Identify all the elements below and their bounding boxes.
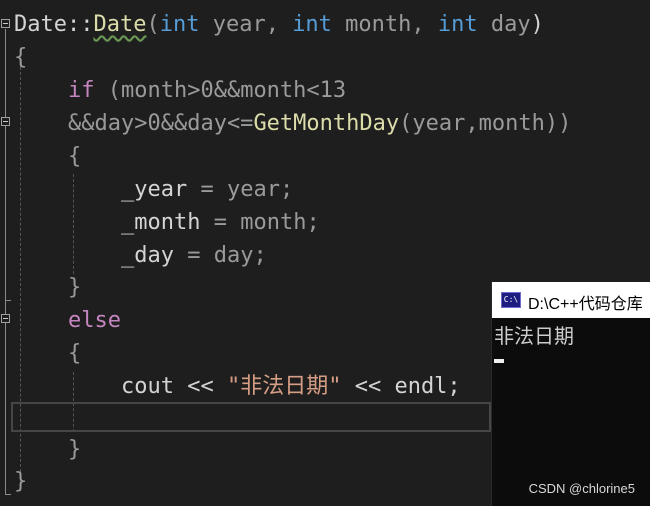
code-line-3[interactable]: if (month>0&&month<13 (68, 74, 346, 107)
member-var: _month (121, 210, 201, 235)
code-line-9[interactable]: } (68, 271, 81, 304)
function-call: GetMonthDay (253, 111, 400, 136)
condition: (month>0&&month<13 (94, 78, 347, 103)
close-brace: } (68, 275, 82, 300)
keyword-int: int (292, 12, 332, 37)
fold-collapse-icon[interactable] (1, 19, 10, 28)
condition: &&day>0&&day<= (68, 111, 254, 136)
call-args: (year,month)) (399, 111, 572, 136)
console-title-bar[interactable]: C:\ D:\C++代码仓库 (492, 282, 650, 318)
param-day: day (477, 12, 531, 37)
assign: = (200, 210, 241, 235)
console-title: D:\C++代码仓库 (528, 296, 643, 313)
code-line-1[interactable]: Date::Date(int year, int month, int day) (14, 8, 544, 41)
code-line-2[interactable]: { (14, 41, 27, 74)
code-line-5[interactable]: { (68, 140, 81, 173)
fold-collapse-icon[interactable] (1, 314, 10, 323)
current-line-highlight (11, 402, 491, 432)
assign: = (187, 177, 227, 202)
open-brace: { (68, 341, 82, 366)
assign: = (173, 243, 214, 268)
keyword-int: int (159, 12, 200, 37)
code-line-14[interactable]: } (68, 433, 81, 466)
fold-end-marker (5, 300, 11, 301)
paren-close: ) (530, 12, 544, 37)
code-line-7[interactable]: _month = month; (121, 206, 320, 239)
rhs-value: day; (213, 243, 267, 268)
code-line-6[interactable]: _year = year; (121, 173, 293, 206)
code-line-8[interactable]: _day = day; (121, 239, 267, 272)
param-year: year, (199, 12, 293, 37)
rhs-value: year; (226, 177, 294, 202)
code-line-11[interactable]: { (68, 337, 81, 370)
console-output: 非法日期 (494, 324, 574, 348)
member-var: _year (121, 177, 188, 202)
text-cursor (494, 359, 504, 363)
terminal-icon: C:\ (501, 292, 521, 308)
rhs-value: month; (240, 210, 320, 235)
fold-line (5, 29, 6, 495)
code-line-4[interactable]: &&day>0&&day<=GetMonthDay(year,month)) (68, 107, 571, 140)
class-name: Date (14, 12, 67, 37)
function-name: Date (93, 12, 147, 37)
console-window[interactable]: C:\ D:\C++代码仓库 非法日期 (491, 282, 650, 506)
member-var: _day (121, 243, 174, 268)
keyword-int: int (437, 12, 478, 37)
indent-guide (73, 174, 74, 274)
param-month: month, (331, 12, 438, 37)
paren-open: ( (146, 12, 160, 37)
string-literal: "非法日期" (226, 374, 342, 399)
open-brace: { (14, 45, 28, 70)
watermark: CSDN @chlorine5 (528, 481, 635, 496)
close-brace: } (14, 469, 28, 494)
code-line-15[interactable]: } (14, 465, 27, 498)
fold-end-marker (5, 494, 11, 495)
code-line-10[interactable]: else (68, 304, 121, 337)
fold-collapse-icon[interactable] (1, 117, 10, 126)
open-brace: { (68, 144, 82, 169)
close-brace: } (68, 437, 82, 462)
code-line-12[interactable]: cout << "非法日期" << endl; (121, 370, 461, 403)
cout-stream: cout << (121, 374, 227, 399)
keyword-else: else (68, 308, 121, 333)
scope-operator: :: (66, 12, 94, 37)
endl: << endl; (341, 374, 461, 399)
keyword-if: if (68, 78, 95, 103)
